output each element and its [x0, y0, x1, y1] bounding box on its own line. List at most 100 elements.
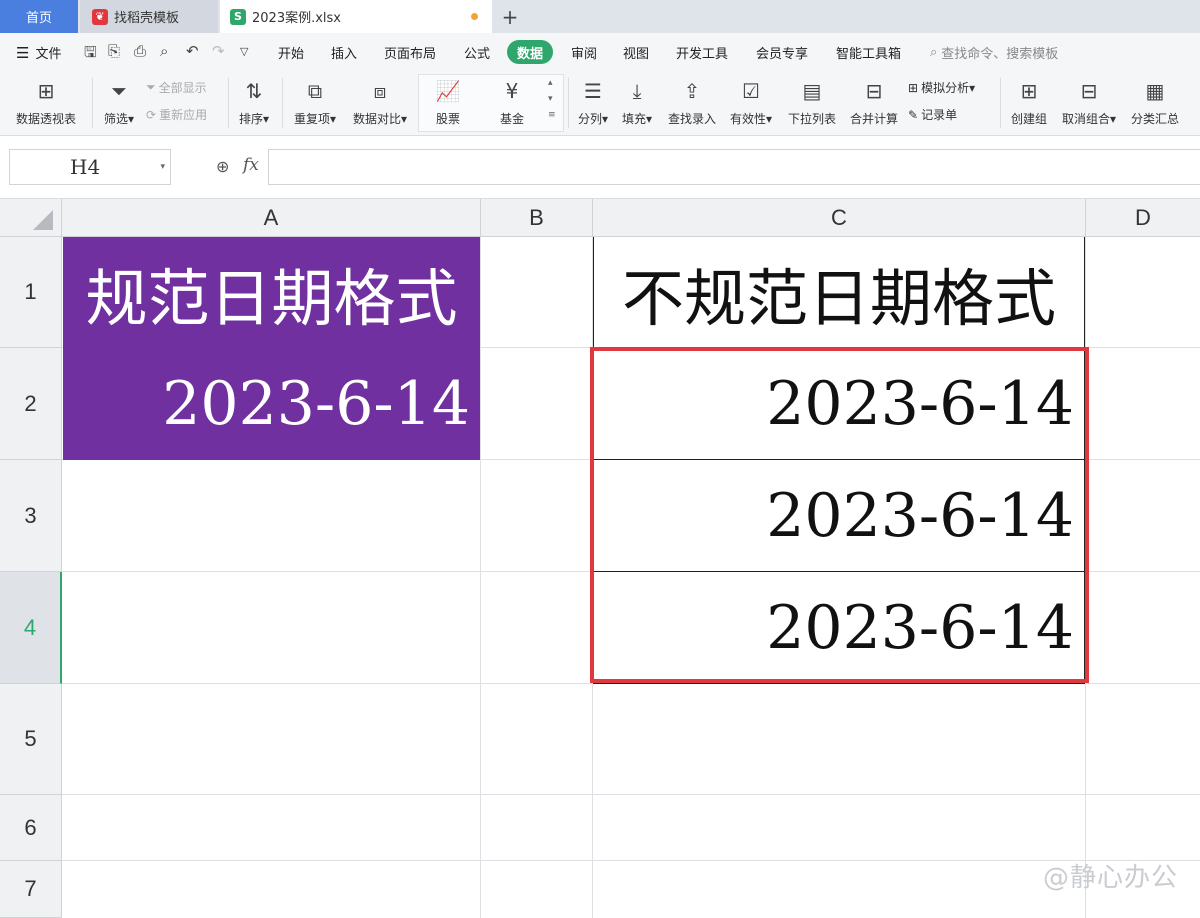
- column-header-a[interactable]: A: [62, 199, 481, 237]
- tab-template[interactable]: ❦ 找稻壳模板: [80, 0, 218, 33]
- row-header-5[interactable]: 5: [0, 684, 62, 795]
- tab-smart-toolbox[interactable]: 智能工具箱: [836, 43, 901, 62]
- record-form-button[interactable]: ✎ 记录单: [908, 106, 957, 123]
- save-icon[interactable]: 🖫: [84, 42, 97, 67]
- gallery-more-icon[interactable]: ≡: [548, 110, 556, 120]
- funnel-icon: ⏷: [111, 79, 127, 103]
- ribbon-separator: [228, 78, 229, 128]
- fill-down-icon: ⤓: [632, 79, 642, 103]
- gridline: [62, 860, 1200, 861]
- tab-review[interactable]: 审阅: [571, 43, 597, 62]
- cell-c2[interactable]: 2023-6-14: [593, 348, 1085, 460]
- file-menu-button[interactable]: ☰ 文件: [16, 43, 61, 63]
- row-header-1[interactable]: 1: [0, 237, 62, 348]
- record-form-icon: ✎: [908, 107, 919, 122]
- tab-file[interactable]: S 2023案例.xlsx: [220, 0, 492, 33]
- hamburger-icon: ☰: [16, 43, 30, 62]
- insert-function-button[interactable]: fx: [243, 155, 259, 175]
- row-header-4[interactable]: 4: [0, 572, 62, 684]
- new-tab-button[interactable]: +: [498, 0, 522, 33]
- duplicates-icon: ⧉: [307, 79, 323, 103]
- select-all-button[interactable]: [0, 199, 62, 237]
- search-icon: ⌕: [930, 45, 938, 60]
- duplicates-button[interactable]: ⧉ 重复项▾: [288, 70, 342, 136]
- column-header-b[interactable]: B: [481, 199, 593, 237]
- unsaved-dot-icon: [471, 13, 478, 20]
- consolidate-button[interactable]: ⊟ 合并计算: [846, 70, 902, 136]
- show-all-icon: ⏷: [146, 80, 156, 94]
- name-box[interactable]: H4 ▾: [9, 149, 171, 185]
- sort-button[interactable]: ⇅ 排序▾: [234, 70, 274, 136]
- redo-icon[interactable]: ↷: [212, 42, 225, 60]
- gallery-down-icon[interactable]: ▾: [548, 94, 553, 104]
- compare-icon: ⧈: [373, 79, 387, 103]
- validation-icon: ☑: [742, 79, 760, 103]
- tab-member[interactable]: 会员专享: [756, 43, 808, 62]
- watermark: @静心办公: [1042, 863, 1178, 893]
- funds-button[interactable]: ¥ 基金: [490, 70, 534, 136]
- print-preview-icon[interactable]: ⌕: [160, 42, 168, 60]
- row-header-7[interactable]: 7: [0, 861, 62, 918]
- tab-start[interactable]: 开始: [278, 43, 304, 62]
- cell-a2[interactable]: 2023-6-14: [63, 348, 480, 460]
- create-group-button[interactable]: ⊞ 创建组: [1006, 70, 1052, 136]
- spreadsheet-icon: S: [230, 8, 246, 25]
- name-box-value: H4: [70, 155, 101, 179]
- tab-developer[interactable]: 开发工具: [676, 43, 728, 62]
- what-if-icon: ⊞: [908, 80, 919, 95]
- chevron-down-icon[interactable]: ▾: [160, 162, 165, 172]
- validation-button[interactable]: ☑ 有效性▾: [726, 70, 776, 136]
- formula-input[interactable]: [268, 149, 1200, 185]
- consolidate-icon: ⊟: [865, 79, 883, 103]
- data-compare-button[interactable]: ⧈ 数据对比▾: [348, 70, 412, 136]
- gridline: [480, 237, 481, 918]
- cell-c4[interactable]: 2023-6-14: [593, 572, 1085, 684]
- formula-bar: H4 ▾ ⊕ fx: [0, 137, 1200, 199]
- ribbon-separator: [1000, 78, 1001, 128]
- reapply-button[interactable]: ⟳ 重新应用: [146, 106, 207, 123]
- column-header-c[interactable]: C: [593, 199, 1086, 237]
- gallery-up-icon[interactable]: ▴: [548, 78, 553, 88]
- pivot-table-icon: ⊞: [37, 79, 55, 103]
- gridline: [62, 794, 1200, 795]
- stocks-button[interactable]: 📈 股票: [426, 70, 470, 136]
- tab-page-layout[interactable]: 页面布局: [384, 43, 436, 62]
- ribbon-separator: [282, 78, 283, 128]
- filter-button[interactable]: ⏷ 筛选▾: [98, 70, 140, 136]
- tab-formulas[interactable]: 公式: [464, 43, 490, 62]
- tab-insert[interactable]: 插入: [331, 43, 357, 62]
- row-header-6[interactable]: 6: [0, 795, 62, 861]
- cell-c1[interactable]: 不规范日期格式: [593, 237, 1085, 348]
- command-search[interactable]: ⌕ 查找命令、搜索模板: [930, 43, 1058, 62]
- subtotal-button[interactable]: ▦ 分类汇总: [1126, 70, 1184, 136]
- ungroup-button[interactable]: ⊟ 取消组合▾: [1058, 70, 1120, 136]
- ungroup-icon: ⊟: [1080, 79, 1098, 103]
- command-search-placeholder: 查找命令、搜索模板: [941, 47, 1059, 62]
- column-header-d[interactable]: D: [1086, 199, 1200, 237]
- fill-button[interactable]: ⤓ 填充▾: [618, 70, 656, 136]
- pivot-table-button[interactable]: ⊞ 数据透视表: [8, 70, 84, 136]
- row-header-2[interactable]: 2: [0, 348, 62, 460]
- tab-view[interactable]: 视图: [623, 43, 649, 62]
- split-column-button[interactable]: ☰ 分列▾: [574, 70, 612, 136]
- quick-access-dropdown-icon[interactable]: ▽: [240, 45, 248, 58]
- cell-a1[interactable]: 规范日期格式: [63, 237, 480, 348]
- undo-icon[interactable]: ↶: [186, 42, 199, 60]
- tab-home[interactable]: 首页: [0, 0, 78, 33]
- split-icon: ☰: [584, 79, 602, 103]
- gridline: [1085, 237, 1086, 918]
- tab-data[interactable]: 数据: [507, 40, 553, 64]
- dropdown-list-button[interactable]: ▤ 下拉列表: [784, 70, 840, 136]
- print-icon[interactable]: ⎙: [134, 42, 146, 60]
- lookup-entry-button[interactable]: ⇪ 查找录入: [664, 70, 720, 136]
- export-icon[interactable]: ⎘: [108, 42, 120, 60]
- cell-c3[interactable]: 2023-6-14: [593, 460, 1085, 572]
- zoom-icon[interactable]: ⊕: [216, 157, 229, 176]
- row-header-3[interactable]: 3: [0, 460, 62, 572]
- show-all-button[interactable]: ⏷ 全部显示: [146, 79, 207, 96]
- group-icon: ⊞: [1020, 79, 1038, 103]
- dropdown-list-icon: ▤: [802, 79, 822, 103]
- ribbon-separator: [568, 78, 569, 128]
- what-if-button[interactable]: ⊞ 模拟分析 ▾: [908, 79, 975, 96]
- document-tab-bar: 首页 ❦ 找稻壳模板 S 2023案例.xlsx +: [0, 0, 1200, 33]
